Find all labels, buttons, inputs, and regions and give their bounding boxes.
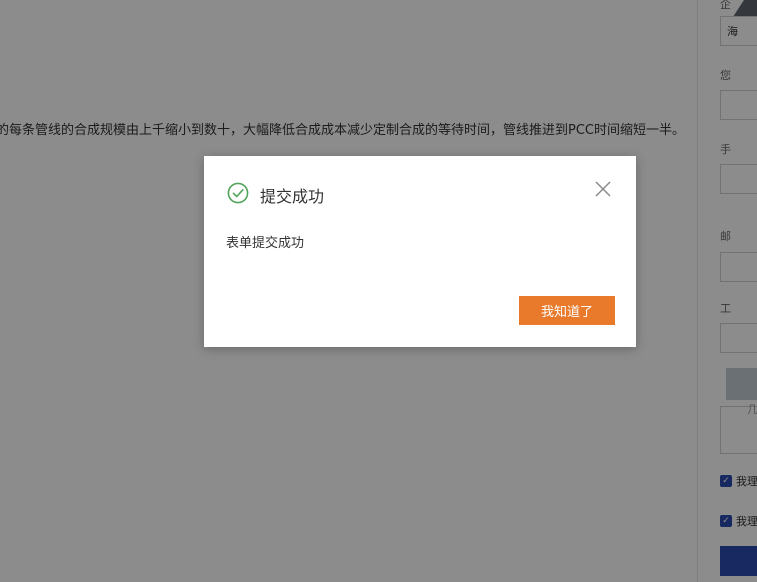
acknowledge-button[interactable]: 我知道了 [519,296,615,325]
dialog-message: 表单提交成功 [226,236,305,251]
success-dialog: 提交成功 表单提交成功 我知道了 [204,156,636,347]
dialog-title: 提交成功 [260,187,325,206]
close-icon[interactable] [593,179,613,199]
check-circle-icon [227,182,249,204]
